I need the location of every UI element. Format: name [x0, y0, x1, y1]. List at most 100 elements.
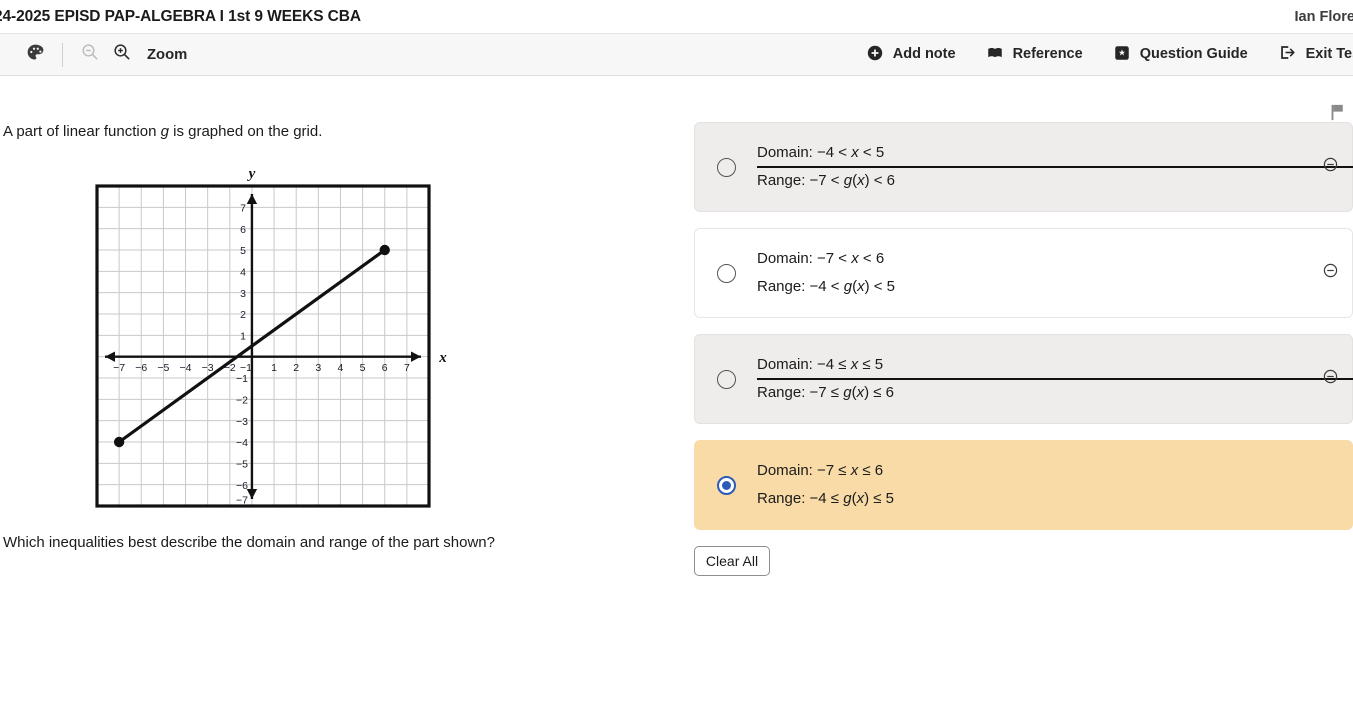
toolbar-right-group: Add note Reference Question Guide Exit T…: [836, 34, 1353, 75]
domain-pre: Domain: −4 ≤: [757, 355, 851, 373]
zoom-label: Zoom: [147, 46, 188, 63]
exit-test-button[interactable]: Exit Test: [1278, 43, 1353, 66]
minus-circle-icon: [1322, 368, 1339, 390]
stem-text: A part of linear function g is graphed o…: [0, 122, 690, 142]
strikethrough-line-c: [757, 378, 1353, 380]
title-bar: 24-2025 EPISD PAP-ALGEBRA I 1st 9 WEEKS …: [0, 0, 1353, 33]
svg-text:7: 7: [404, 362, 410, 374]
question-guide-button[interactable]: Question Guide: [1113, 44, 1248, 66]
svg-text:2: 2: [240, 309, 246, 321]
answer-option-b[interactable]: Domain: −7 < x < 6 Range: −4 < g(x) < 5: [694, 228, 1353, 318]
minus-circle-icon: [1322, 156, 1339, 178]
x-axis-label: x: [438, 350, 447, 366]
answer-option-d-body: Domain: −7 ≤ x ≤ 6 Range: −4 ≤ g(x) ≤ 5: [757, 457, 1352, 514]
eliminate-option-c-button[interactable]: [1320, 369, 1340, 389]
range-variable: x: [856, 384, 865, 401]
svg-text:−5: −5: [236, 458, 248, 470]
zoom-out-button[interactable]: [77, 42, 103, 68]
palette-button[interactable]: [22, 42, 48, 68]
eliminate-option-a-button[interactable]: [1320, 157, 1340, 177]
range-pre: Range: −4 <: [757, 278, 844, 295]
domain-post: ≤ 5: [858, 355, 884, 373]
answer-option-a[interactable]: Domain: −4 < x < 5 Range: −7 < g(x) < 6: [694, 122, 1353, 212]
zoom-in-button[interactable]: [109, 42, 135, 68]
radio-option-c[interactable]: [717, 369, 736, 389]
minus-circle-icon: [1322, 262, 1339, 284]
coordinate-graph: y x −7 −6 −5 −4 −3 −2 −1 1 2 3 4 5 6 7 7…: [85, 164, 457, 514]
reference-label: Reference: [1012, 46, 1083, 63]
range-post: ) < 5: [864, 278, 896, 295]
range-function: g: [843, 172, 853, 189]
svg-text:6: 6: [382, 362, 388, 374]
range-post: ) ≤ 6: [864, 384, 894, 401]
domain-pre: Domain: −4 <: [757, 143, 852, 161]
domain-post: < 6: [858, 249, 885, 267]
svg-text:−4: −4: [180, 362, 192, 374]
guide-icon: [1113, 44, 1131, 66]
add-note-button[interactable]: Add note: [866, 44, 956, 66]
radio-option-b[interactable]: [717, 263, 736, 283]
domain-pre: Domain: −7 ≤: [757, 461, 851, 479]
endpoint-left: [113, 436, 125, 447]
plus-circle-icon: [866, 44, 884, 66]
svg-text:−1: −1: [240, 362, 252, 374]
range-variable: x: [857, 278, 865, 295]
range-pre: Range: −4 ≤: [757, 490, 844, 507]
y-axis-label: y: [247, 166, 256, 182]
svg-text:5: 5: [360, 362, 366, 374]
domain-variable: x: [851, 143, 859, 161]
answers-column: Domain: −4 < x < 5 Range: −7 < g(x) < 6: [690, 122, 1353, 576]
svg-text:−1: −1: [236, 373, 248, 385]
eliminate-option-b-button[interactable]: [1320, 263, 1340, 283]
svg-text:−3: −3: [202, 362, 214, 374]
range-pre: Range: −7 <: [757, 172, 844, 189]
answer-option-c[interactable]: Domain: −4 ≤ x ≤ 5 Range: −7 ≤ g(x) ≤ 6: [694, 334, 1353, 424]
svg-text:3: 3: [315, 362, 321, 374]
radio-option-a[interactable]: [717, 157, 736, 177]
strikethrough-line-a: [757, 166, 1353, 168]
exit-test-label: Exit Test: [1305, 46, 1353, 63]
palette-icon: [25, 42, 46, 68]
answer-option-d-domain: Domain: −7 ≤ x ≤ 6: [757, 457, 1322, 486]
range-function: g: [843, 384, 852, 401]
answer-option-b-range: Range: −4 < g(x) < 5: [757, 273, 1322, 302]
range-post: ) ≤ 5: [864, 490, 894, 507]
domain-variable: x: [851, 249, 859, 267]
svg-text:4: 4: [240, 266, 246, 278]
radio-option-d[interactable]: [717, 475, 736, 495]
test-title: 24-2025 EPISD PAP-ALGEBRA I 1st 9 WEEKS …: [0, 7, 361, 25]
add-note-label: Add note: [892, 46, 956, 63]
svg-text:2: 2: [293, 362, 299, 374]
svg-text:1: 1: [240, 330, 246, 342]
svg-text:−7: −7: [236, 494, 248, 506]
answer-option-c-range: Range: −7 ≤ g(x) ≤ 6: [757, 379, 1322, 408]
stimulus-column: A part of linear function g is graphed o…: [0, 122, 690, 576]
range-post: ) < 6: [864, 172, 896, 189]
answer-option-a-range: Range: −7 < g(x) < 6: [757, 167, 1322, 196]
svg-text:−5: −5: [157, 362, 169, 374]
svg-text:5: 5: [240, 245, 246, 257]
book-icon: [986, 44, 1004, 66]
svg-text:−7: −7: [113, 362, 125, 374]
answer-option-c-domain: Domain: −4 ≤ x ≤ 5: [757, 351, 1322, 380]
zoom-in-icon: [112, 42, 132, 67]
answer-option-a-domain: Domain: −4 < x < 5: [757, 139, 1322, 168]
toolbar-divider: [62, 42, 63, 67]
svg-text:6: 6: [240, 223, 246, 235]
range-pre: Range: −7 ≤: [757, 384, 844, 401]
range-function: g: [843, 490, 852, 507]
svg-text:−6: −6: [135, 362, 147, 374]
clear-all-button[interactable]: Clear All: [694, 546, 770, 576]
question-prompt: Which inequalities best describe the dom…: [3, 533, 495, 551]
stem-prefix: A part of linear function: [3, 123, 161, 140]
reference-button[interactable]: Reference: [986, 44, 1083, 66]
svg-text:1: 1: [271, 362, 277, 374]
zoom-out-icon: [80, 42, 100, 67]
endpoint-right: [379, 244, 390, 255]
answer-options-list: Domain: −4 < x < 5 Range: −7 < g(x) < 6: [690, 122, 1353, 576]
svg-text:−6: −6: [236, 479, 248, 491]
svg-text:4: 4: [338, 362, 344, 374]
toolbar: Zoom Add note Reference Question Guide E…: [0, 33, 1353, 76]
question-content: A part of linear function g is graphed o…: [0, 76, 1353, 717]
answer-option-d[interactable]: Domain: −7 ≤ x ≤ 6 Range: −4 ≤ g(x) ≤ 5: [694, 440, 1353, 530]
